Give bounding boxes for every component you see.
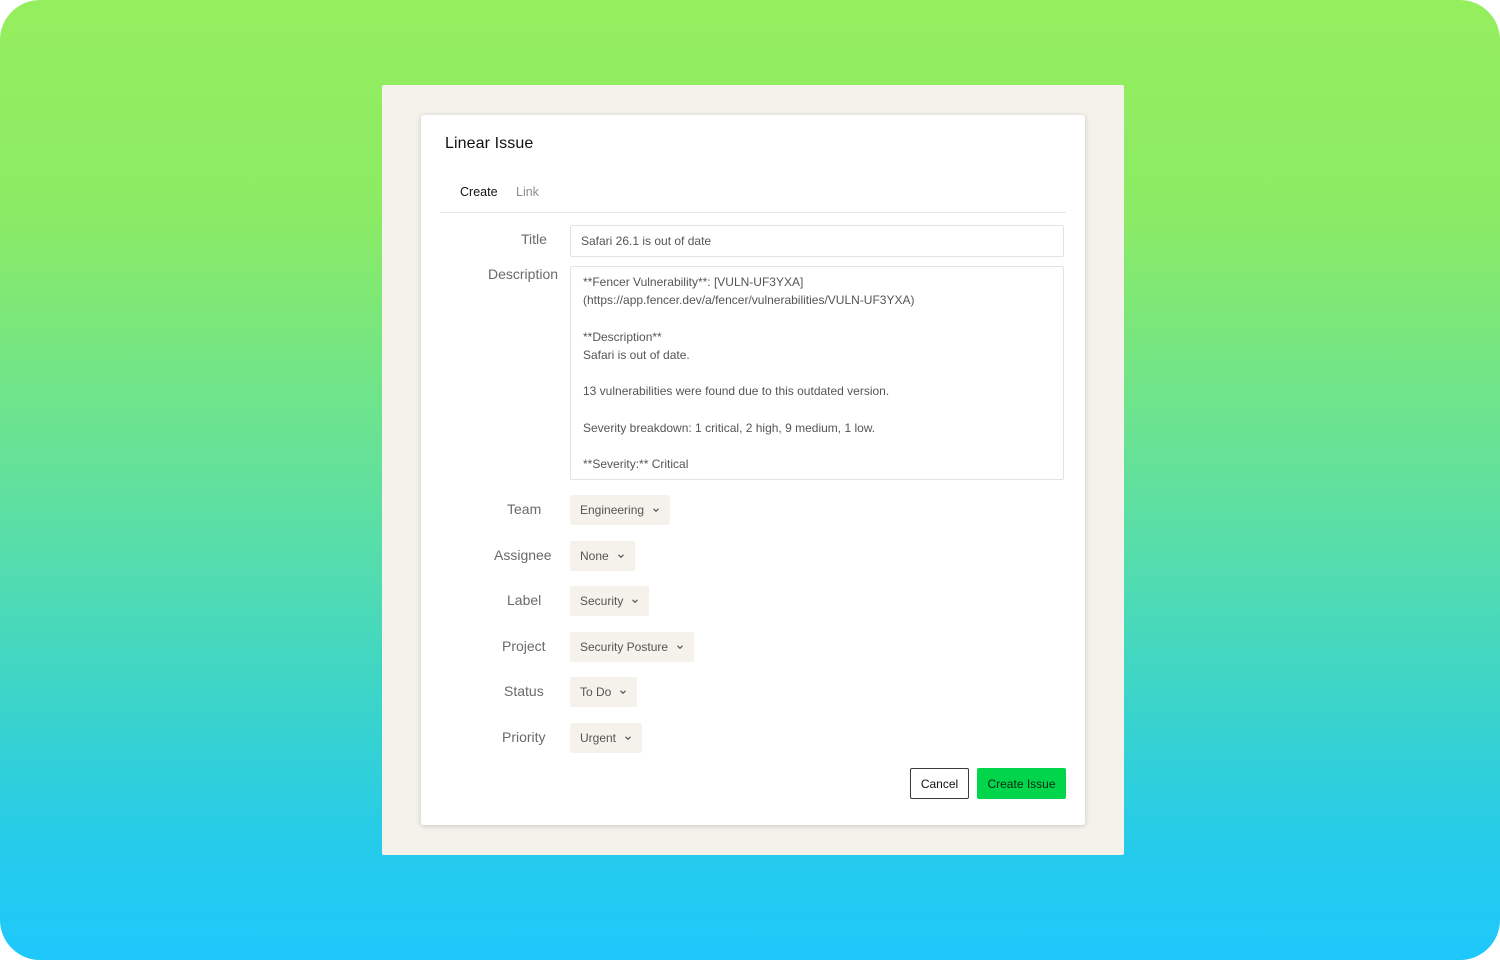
chevron-down-icon [632,599,639,604]
description-textarea[interactable]: **Fencer Vulnerability**: [VULN-UF3YXA] … [570,266,1064,480]
label-label: Label [507,592,542,608]
cancel-button[interactable]: Cancel [910,768,969,799]
status-label: Status [504,683,544,699]
status-value: To Do [580,685,612,699]
assignee-value: None [580,549,609,563]
team-label: Team [507,501,542,517]
chevron-down-icon [625,736,631,741]
assignee-label: Assignee [494,547,552,563]
chevron-down-icon [620,690,627,695]
title-input[interactable]: Safari 26.1 is out of date [570,225,1064,257]
dialog-title: Linear Issue [445,135,534,152]
linear-issue-dialog: Linear Issue Create Link Title Safari 26… [421,115,1085,825]
create-issue-button[interactable]: Create Issue [977,768,1066,799]
background-frame: Linear Issue Create Link Title Safari 26… [0,0,1500,960]
chevron-down-icon [653,508,659,513]
team-value: Engineering [580,503,645,517]
label-value: Security [580,594,624,608]
assignee-dropdown[interactable]: None [570,541,635,571]
tab-link[interactable]: Link [516,185,539,199]
title-label: Title [521,231,547,247]
priority-label: Priority [502,729,546,745]
project-value: Security Posture [580,640,669,654]
status-dropdown[interactable]: To Do [570,677,638,707]
priority-dropdown[interactable]: Urgent [570,723,643,753]
tab-bar: Create Link [440,177,1066,213]
description-label: Description [488,266,559,282]
priority-value: Urgent [580,731,617,745]
label-dropdown[interactable]: Security [570,586,650,616]
team-dropdown[interactable]: Engineering [570,495,671,525]
tab-create[interactable]: Create [460,185,498,199]
chevron-down-icon [677,645,683,650]
project-dropdown[interactable]: Security Posture [570,632,695,662]
chevron-down-icon [617,554,624,559]
project-label: Project [502,638,546,654]
